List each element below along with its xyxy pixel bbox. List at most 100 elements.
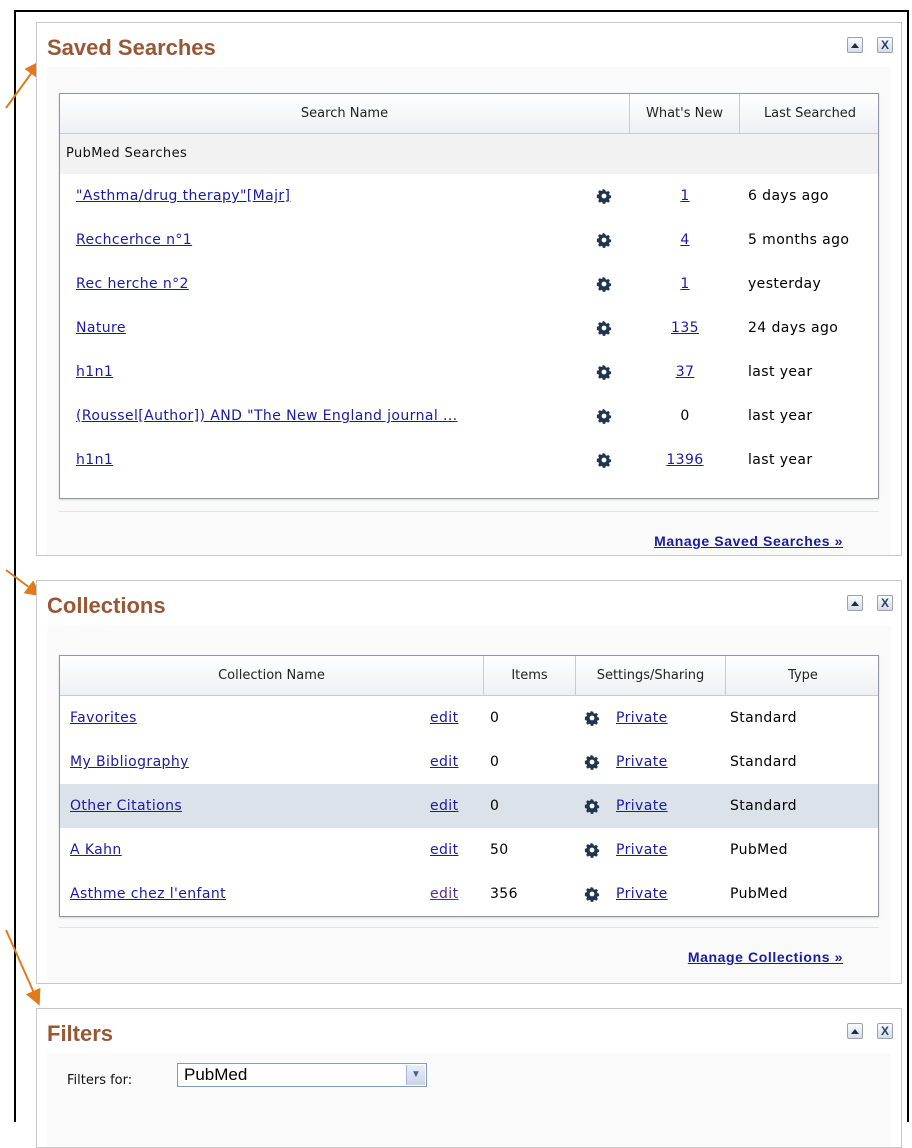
filters-title: Filters bbox=[47, 1021, 114, 1046]
last-searched-text: 5 months ago bbox=[748, 232, 850, 248]
last-searched-text: last year bbox=[748, 408, 813, 424]
collapse-icon bbox=[851, 1028, 859, 1034]
privacy-link[interactable]: Private bbox=[616, 740, 668, 784]
table-row: Favorites edit 0 Private Standard bbox=[60, 696, 878, 740]
last-searched-text: last year bbox=[748, 452, 813, 468]
search-name-link[interactable]: h1n1 bbox=[76, 438, 113, 482]
table-row: Rechcerhce n°1 4 5 months ago bbox=[60, 218, 878, 262]
collections-body: Collection Name Items Settings/Sharing T… bbox=[47, 625, 891, 983]
select-value: PubMed bbox=[184, 1065, 248, 1084]
filters-for-label: Filters for: bbox=[67, 1073, 133, 1088]
whats-new-count[interactable]: 1396 bbox=[630, 438, 740, 482]
search-name-link[interactable]: "Asthma/drug therapy"[Majr] bbox=[76, 174, 290, 218]
whats-new-count[interactable]: 37 bbox=[630, 350, 740, 394]
collapse-icon bbox=[851, 42, 859, 48]
close-button[interactable]: X bbox=[877, 595, 893, 611]
col-whats-new[interactable]: What's New bbox=[630, 94, 740, 133]
table-header: Search Name What's New Last Searched bbox=[60, 94, 878, 134]
chevron-down-icon[interactable]: ▼ bbox=[406, 1065, 425, 1085]
table-row: My Bibliography edit 0 Private Standard bbox=[60, 740, 878, 784]
table-header: Collection Name Items Settings/Sharing T… bbox=[60, 656, 878, 696]
edit-link[interactable]: edit bbox=[430, 784, 458, 828]
col-settings[interactable]: Settings/Sharing bbox=[576, 656, 726, 695]
whats-new-count[interactable]: 1 bbox=[630, 174, 740, 218]
gear-icon[interactable] bbox=[584, 886, 600, 902]
gear-icon[interactable] bbox=[596, 452, 612, 468]
items-count: 0 bbox=[490, 754, 500, 770]
collection-type: Standard bbox=[730, 754, 797, 770]
privacy-link[interactable]: Private bbox=[616, 872, 668, 916]
collapse-button[interactable] bbox=[847, 595, 863, 611]
close-button[interactable]: X bbox=[877, 1023, 893, 1039]
collection-type: Standard bbox=[730, 798, 797, 814]
table-row: Other Citations edit 0 Private Standard bbox=[60, 784, 878, 828]
col-collection-name[interactable]: Collection Name bbox=[60, 656, 484, 695]
manage-collections-link[interactable]: Manage Collections » bbox=[688, 949, 843, 965]
gear-icon[interactable] bbox=[596, 364, 612, 380]
last-searched-text: last year bbox=[748, 364, 813, 380]
search-name-link[interactable]: Rec herche n°2 bbox=[76, 262, 189, 306]
items-count: 0 bbox=[490, 798, 500, 814]
gear-icon[interactable] bbox=[584, 710, 600, 726]
collection-name-link[interactable]: Asthme chez l'enfant bbox=[70, 872, 226, 916]
col-last-searched[interactable]: Last Searched bbox=[740, 94, 880, 133]
collection-name-link[interactable]: Favorites bbox=[70, 696, 137, 740]
search-name-link[interactable]: (Roussel[Author]) AND "The New England j… bbox=[76, 394, 458, 438]
arrow-filters bbox=[5, 929, 41, 1006]
table-row: Nature 135 24 days ago bbox=[60, 306, 878, 350]
search-name-link[interactable]: Rechcerhce n°1 bbox=[76, 218, 192, 262]
items-count: 356 bbox=[490, 886, 518, 902]
items-count: 50 bbox=[490, 842, 509, 858]
table-row: "Asthma/drug therapy"[Majr] 1 6 days ago bbox=[60, 174, 878, 218]
collection-name-link[interactable]: A Kahn bbox=[70, 828, 122, 872]
table-row: (Roussel[Author]) AND "The New England j… bbox=[60, 394, 878, 438]
edit-link[interactable]: edit bbox=[430, 740, 458, 784]
table-row: Rec herche n°2 1 yesterday bbox=[60, 262, 878, 306]
collection-type: Standard bbox=[730, 710, 797, 726]
whats-new-count[interactable]: 4 bbox=[630, 218, 740, 262]
last-searched-text: 24 days ago bbox=[748, 320, 839, 336]
gear-icon[interactable] bbox=[596, 408, 612, 424]
collection-name-link[interactable]: My Bibliography bbox=[70, 740, 189, 784]
edit-link[interactable]: edit bbox=[430, 872, 458, 916]
gear-icon[interactable] bbox=[596, 232, 612, 248]
last-searched-text: 6 days ago bbox=[748, 188, 829, 204]
privacy-link[interactable]: Private bbox=[616, 828, 668, 872]
privacy-link[interactable]: Private bbox=[616, 696, 668, 740]
close-button[interactable]: X bbox=[877, 37, 893, 53]
gear-icon[interactable] bbox=[584, 842, 600, 858]
collections-title: Collections bbox=[47, 593, 166, 618]
edit-link[interactable]: edit bbox=[430, 828, 458, 872]
gear-icon[interactable] bbox=[584, 754, 600, 770]
privacy-link[interactable]: Private bbox=[616, 784, 668, 828]
filters-database-select[interactable]: PubMed ▼ bbox=[177, 1063, 427, 1087]
gear-icon[interactable] bbox=[596, 276, 612, 292]
group-label: PubMed Searches bbox=[66, 146, 188, 161]
search-name-link[interactable]: Nature bbox=[76, 306, 126, 350]
table-row: h1n1 37 last year bbox=[60, 350, 878, 394]
whats-new-count[interactable]: 135 bbox=[630, 306, 740, 350]
saved-searches-title: Saved Searches bbox=[47, 35, 216, 60]
col-search-name[interactable]: Search Name bbox=[60, 94, 630, 133]
last-searched-text: yesterday bbox=[748, 276, 822, 292]
gear-icon[interactable] bbox=[596, 320, 612, 336]
collection-type: PubMed bbox=[730, 886, 788, 902]
collection-name-link[interactable]: Other Citations bbox=[70, 784, 182, 828]
col-items[interactable]: Items bbox=[484, 656, 576, 695]
group-row-pubmed: PubMed Searches bbox=[60, 134, 878, 174]
saved-searches-table: Search Name What's New Last Searched Pub… bbox=[59, 93, 879, 499]
whats-new-count[interactable]: 1 bbox=[630, 262, 740, 306]
saved-searches-panel: Saved Searches X Search Name What's New … bbox=[36, 22, 902, 556]
manage-saved-searches-link[interactable]: Manage Saved Searches » bbox=[654, 533, 843, 549]
edit-link[interactable]: edit bbox=[430, 696, 458, 740]
col-type[interactable]: Type bbox=[726, 656, 880, 695]
collapse-button[interactable] bbox=[847, 37, 863, 53]
collections-table: Collection Name Items Settings/Sharing T… bbox=[59, 655, 879, 917]
search-name-link[interactable]: h1n1 bbox=[76, 350, 113, 394]
divider bbox=[59, 511, 879, 512]
arrow-saved-searches bbox=[5, 60, 41, 109]
gear-icon[interactable] bbox=[596, 188, 612, 204]
divider bbox=[59, 927, 879, 928]
gear-icon[interactable] bbox=[584, 798, 600, 814]
collapse-button[interactable] bbox=[847, 1023, 863, 1039]
